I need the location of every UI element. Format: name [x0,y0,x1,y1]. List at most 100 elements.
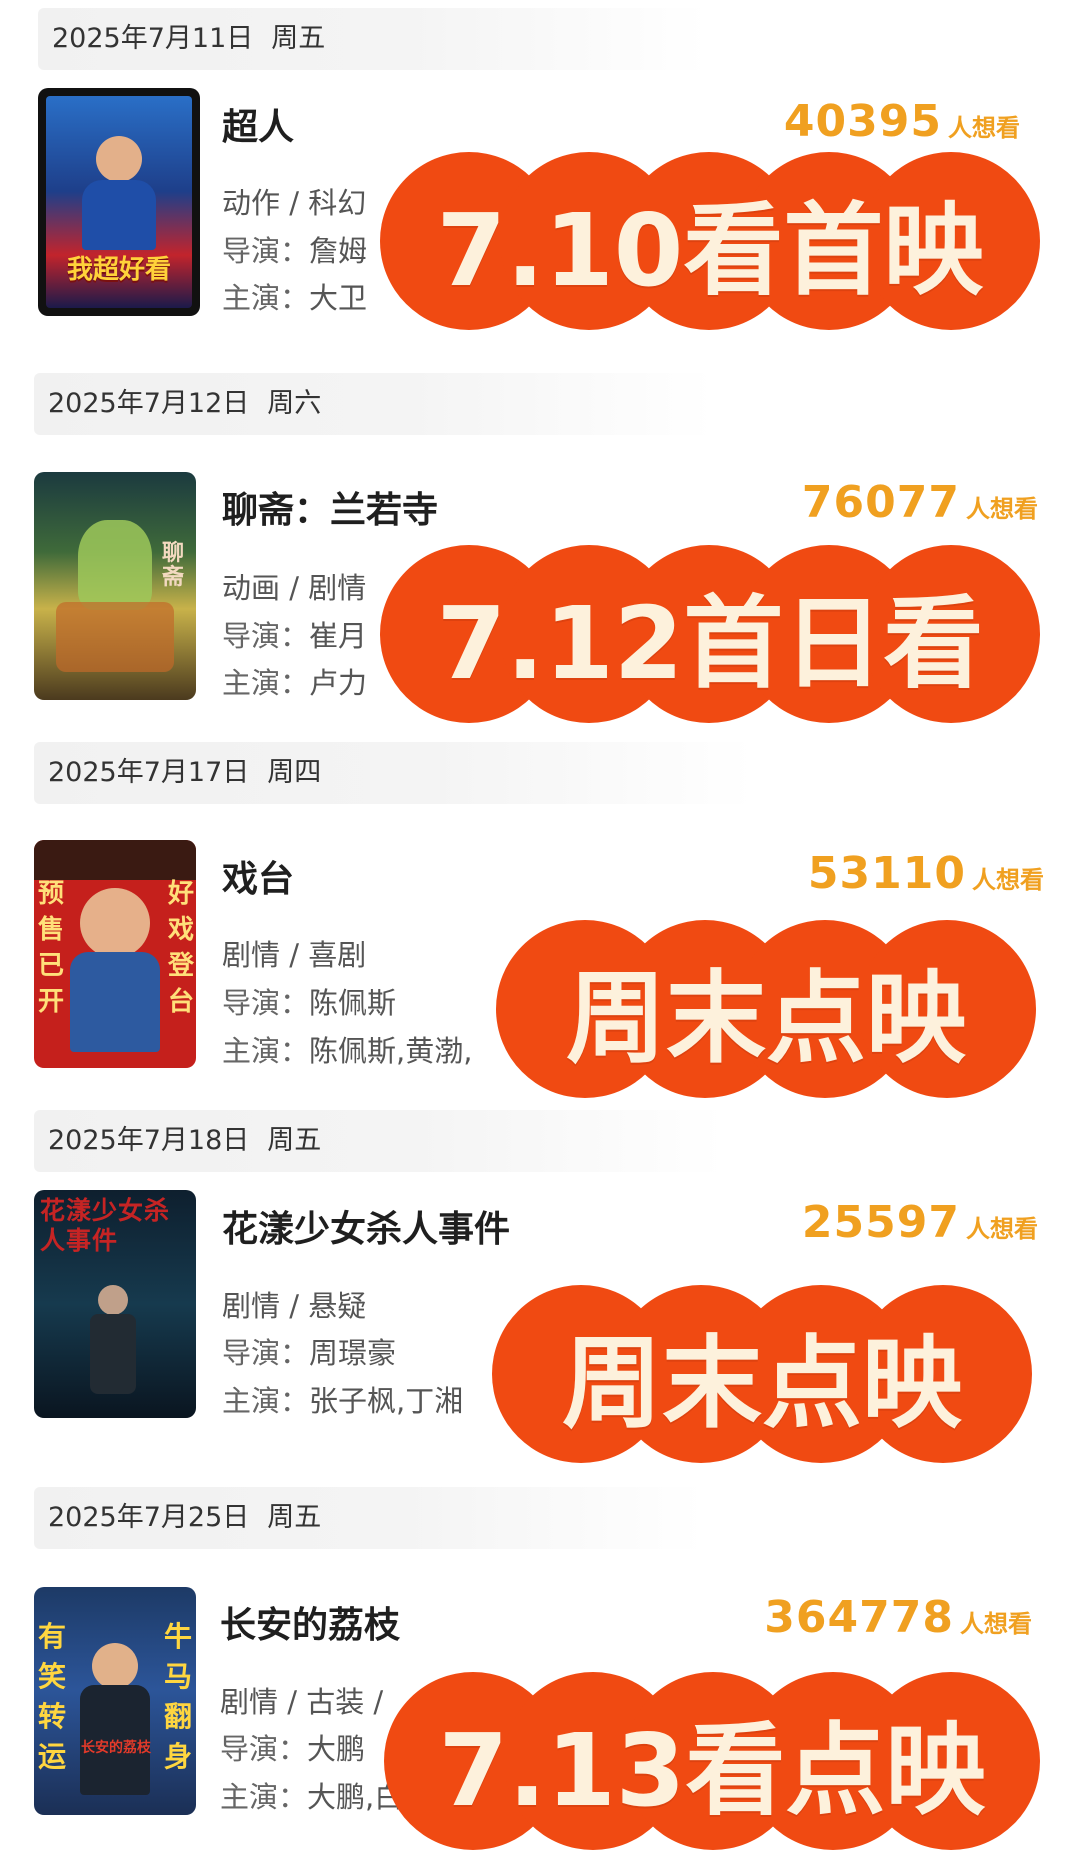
movie-genre: 剧情 / 悬疑 [222,1289,367,1323]
want-to-watch-count: 40395 人想看 [784,96,1020,147]
poster-caption: 我超好看 [66,255,171,285]
weekday: 周六 [267,388,322,419]
promo-stamp: 7.13看点映 [384,1672,1040,1850]
director-label: 导演： [220,1732,308,1766]
actor-figure [92,1643,138,1689]
date-header: 2025年7月17日 周四 [34,742,754,804]
want-label: 人想看 [966,1215,1038,1243]
release-date: 2025年7月12日 [48,388,250,419]
movie-cast: 主演：张子枫,丁湘 [222,1378,463,1420]
movie-cast: 主演：大卫 [222,275,367,317]
weekday: 周四 [267,757,322,788]
poster-caption-left: 预售已开 [38,879,65,1017]
poster-caption-right: 好戏登台 [168,879,195,1017]
cast-label: 主演： [222,281,310,315]
want-count: 53110 [807,848,966,899]
stamp-text: 7.13看点映 [438,1711,986,1829]
hero-figure [82,180,156,250]
director-label: 导演： [222,619,310,653]
movie-genre: 剧情 / 古装 / [220,1685,384,1719]
stamp-text: 7.12首日看 [436,584,984,702]
want-count: 25597 [801,1197,960,1248]
weekday: 周五 [271,23,326,54]
movie-cast: 主演：大鹏,白 [220,1774,403,1816]
temple-illustration [56,602,174,672]
poster-header [34,840,196,880]
want-to-watch-count: 25597 人想看 [802,1197,1038,1248]
cast-names: 大卫 [309,281,368,315]
movie-title[interactable]: 花漾少女杀人事件 [222,1200,510,1252]
movie-title[interactable]: 戏台 [222,850,294,902]
movie-title[interactable]: 超人 [222,98,294,150]
release-date: 2025年7月17日 [48,757,250,788]
poster-caption: 花漾少女杀人事件 [40,1196,171,1255]
movie-genre: 动画 / 剧情 [222,571,367,605]
hero-figure [96,136,142,182]
want-label: 人想看 [960,1610,1032,1638]
movie-poster[interactable]: 有笑转运 牛马翻身 长安的荔枝 [34,1587,196,1815]
movie-director: 导演：崔月 [222,613,367,655]
want-label: 人想看 [966,495,1038,523]
director-label: 导演： [222,986,310,1020]
director-name: 周璟豪 [309,1336,397,1370]
movie-poster[interactable]: 预售已开 好戏登台 [34,840,196,1068]
want-count: 40395 [783,96,942,147]
director-name: 大鹏 [307,1732,366,1766]
director-name: 詹姆 [309,234,368,268]
movie-cast: 主演：陈佩斯,黄渤, [222,1028,472,1070]
cast-names: 卢力 [309,666,368,700]
movie-poster[interactable]: 聊斋 [34,472,196,700]
cast-label: 主演： [222,1034,310,1068]
date-header: 2025年7月18日 周五 [34,1110,724,1172]
poster-caption-right: 牛马翻身 [164,1620,193,1773]
actor-figure [90,1314,136,1394]
want-label: 人想看 [948,114,1020,142]
movie-title[interactable]: 聊斋：兰若寺 [222,481,438,533]
director-label: 导演： [222,234,310,268]
movie-title[interactable]: 长安的荔枝 [220,1596,400,1648]
want-count: 364778 [764,1592,954,1643]
weekday: 周五 [267,1502,322,1533]
promo-stamp: 7.12首日看 [380,545,1040,723]
movie-director: 导演：大鹏 [220,1726,365,1768]
release-date: 2025年7月11日 [52,23,254,54]
want-count: 76077 [801,477,960,528]
cast-names: 陈佩斯,黄渤, [309,1034,473,1068]
cast-label: 主演： [222,666,310,700]
movie-director: 导演：詹姆 [222,228,367,270]
movie-poster[interactable]: 我超好看 [38,88,200,316]
want-to-watch-count: 53110 人想看 [808,848,1044,899]
stamp-text: 周末点映 [562,1324,962,1442]
date-header: 2025年7月11日 周五 [38,8,708,70]
stamp-text: 周末点映 [566,959,966,1077]
cast-label: 主演： [222,1384,310,1418]
movie-genre: 剧情 / 喜剧 [222,938,367,972]
release-date: 2025年7月18日 [48,1125,250,1156]
weekday: 周五 [267,1125,322,1156]
movie-genre: 动作 / 科幻 [222,186,367,220]
promo-stamp: 周末点映 [492,1285,1032,1463]
want-label: 人想看 [972,866,1044,894]
movie-director: 导演：周璟豪 [222,1330,396,1372]
promo-stamp: 7.10看首映 [380,152,1040,330]
actor-figure [70,952,160,1052]
cast-label: 主演： [220,1780,308,1814]
director-label: 导演： [222,1336,310,1370]
promo-stamp: 周末点映 [496,920,1036,1098]
release-date: 2025年7月25日 [48,1502,250,1533]
actor-figure [80,888,150,958]
temple-illustration [78,520,152,610]
date-header: 2025年7月25日 周五 [34,1487,704,1549]
actor-figure [98,1285,128,1315]
movie-cast: 主演：卢力 [222,660,367,702]
want-to-watch-count: 364778 人想看 [764,1592,1032,1643]
director-name: 陈佩斯 [309,986,397,1020]
date-header: 2025年7月12日 周六 [34,373,714,435]
movie-director: 导演：陈佩斯 [222,980,396,1022]
poster-caption-left: 有笑转运 [38,1620,67,1773]
poster-caption: 长安的荔枝 [81,1740,151,1756]
want-to-watch-count: 76077 人想看 [802,477,1038,528]
director-name: 崔月 [309,619,368,653]
poster-caption: 聊斋 [162,541,185,590]
movie-poster[interactable]: 花漾少女杀人事件 [34,1190,196,1418]
